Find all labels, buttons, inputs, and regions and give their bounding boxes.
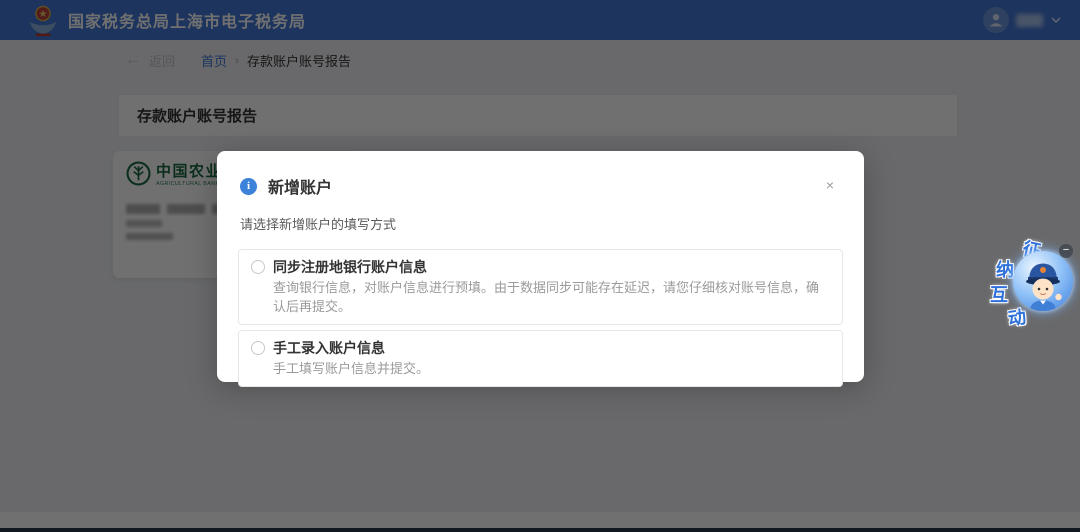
page: 国家税务总局上海市电子税务局 ← 返回 首页 › 存款账户账号报告 — [0, 0, 1080, 532]
widget-minimize-button[interactable]: − — [1059, 244, 1073, 258]
tax-officer-mascot-icon[interactable] — [1013, 251, 1073, 311]
radio-sync-bank-info[interactable] — [251, 260, 265, 274]
dialog-prompt: 请选择新增账户的填写方式 — [240, 214, 864, 233]
widget-char: 动 — [1006, 303, 1027, 331]
add-account-dialog: i 新增账户 × 请选择新增账户的填写方式 同步注册地银行账户信息 查询银行信息… — [217, 151, 864, 382]
widget-char: 纳 — [996, 256, 1014, 282]
info-icon: i — [240, 178, 257, 195]
option-desc: 查询银行信息，对账户信息进行预填。由于数据同步可能存在延迟，请您仔细核对账号信息… — [273, 278, 830, 316]
option-desc: 手工填写账户信息并提交。 — [273, 359, 429, 378]
radio-manual-entry[interactable] — [251, 341, 265, 355]
tax-interaction-widget[interactable]: 征 纳 互 动 − — [983, 238, 1079, 344]
option-manual-entry[interactable]: 手工录入账户信息 手工填写账户信息并提交。 — [238, 330, 843, 387]
dialog-title: 新增账户 — [268, 174, 813, 198]
option-label: 同步注册地银行账户信息 — [273, 256, 830, 278]
option-label: 手工录入账户信息 — [273, 337, 429, 359]
option-sync-bank-info[interactable]: 同步注册地银行账户信息 查询银行信息，对账户信息进行预填。由于数据同步可能存在延… — [238, 249, 843, 325]
widget-char: 互 — [990, 281, 1008, 307]
close-icon[interactable]: × — [824, 176, 836, 194]
